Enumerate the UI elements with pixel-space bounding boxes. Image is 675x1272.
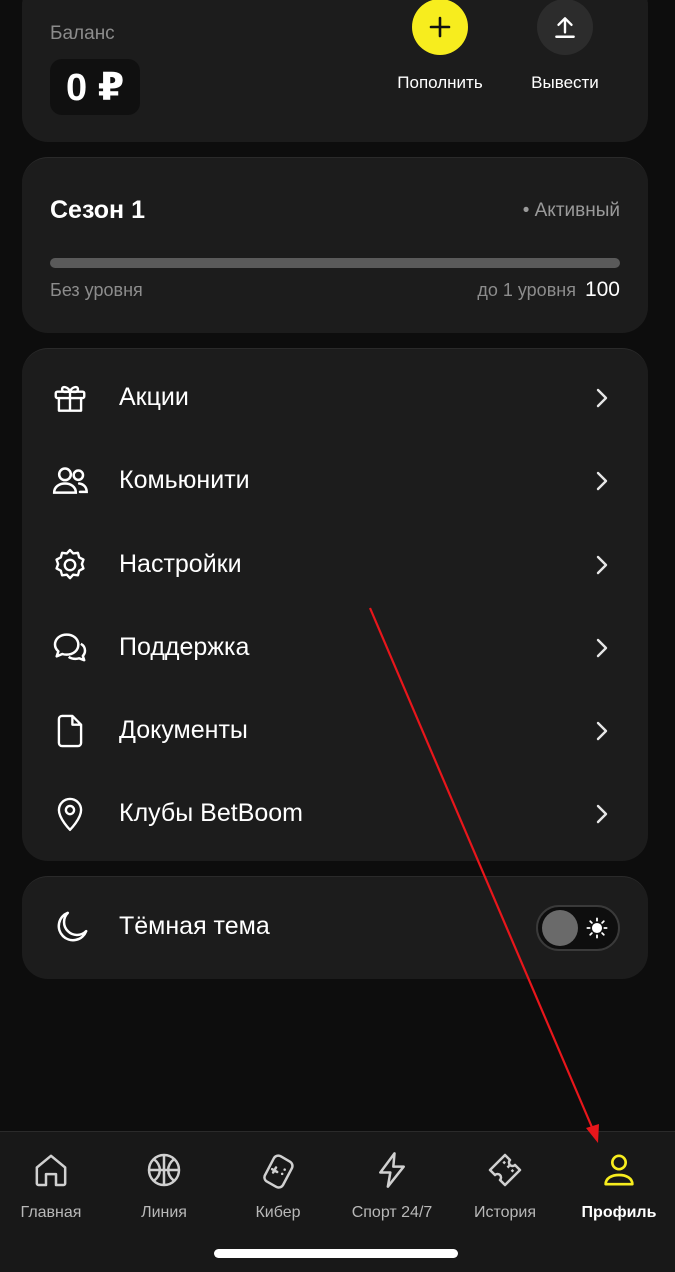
menu-item-settings[interactable]: Настройки — [22, 523, 648, 606]
season-status: • Активный — [522, 200, 620, 221]
gamepad-icon — [263, 1154, 294, 1189]
moon-icon — [57, 911, 88, 942]
menu-item-label: Документы — [119, 716, 248, 744]
season-card[interactable]: Сезон 1 • Активный Без уровня до 1 уровн… — [22, 157, 648, 333]
nav-item-history[interactable]: История — [449, 1150, 561, 1222]
gear-icon — [50, 545, 90, 585]
menu-item-label: Поддержка — [119, 633, 250, 661]
balance-label: Баланс — [50, 23, 115, 44]
nav-label: Главная — [20, 1204, 82, 1221]
home-icon — [35, 1154, 67, 1187]
ticket-icon — [488, 1153, 522, 1187]
menu-item-promotions[interactable]: Акции — [22, 356, 648, 439]
user-icon — [604, 1154, 634, 1186]
basketball-icon — [147, 1153, 181, 1187]
sun-icon — [586, 917, 608, 939]
menu-item-label: Комьюнити — [119, 466, 250, 494]
withdraw-button[interactable]: Вывести — [505, 0, 625, 93]
deposit-circle[interactable] — [412, 0, 468, 55]
map-pin-icon — [50, 794, 90, 834]
nav-label: Линия — [141, 1204, 187, 1221]
nav-item-profile[interactable]: Профиль — [563, 1150, 675, 1222]
menu-item-label: Клубы BetBoom — [119, 799, 303, 827]
nav-label: Профиль — [581, 1204, 657, 1221]
next-level-label: до 1 уровня — [477, 280, 576, 300]
withdraw-label: Вывести — [531, 73, 599, 92]
nav-label: Кибер — [255, 1204, 301, 1221]
users-icon — [50, 461, 90, 501]
chat-bubbles-icon — [50, 628, 90, 668]
menu-item-documents[interactable]: Документы — [22, 689, 648, 772]
balance-value: 0 ₽ — [50, 59, 141, 115]
nav-item-line[interactable]: Линия — [108, 1150, 220, 1222]
dark-theme-toggle[interactable] — [536, 905, 620, 951]
current-level: Без уровня — [50, 280, 143, 300]
theme-card: Тёмная тема — [22, 876, 648, 979]
document-icon — [50, 711, 90, 751]
menu-card: Акции Комьюнити Настройки Поддержка Доку… — [22, 348, 648, 861]
chevron-right-icon — [596, 388, 608, 407]
plus-icon — [429, 16, 451, 38]
nav-item-cyber[interactable]: Кибер — [222, 1150, 334, 1222]
theme-label: Тёмная тема — [119, 912, 270, 940]
menu-item-label: Настройки — [119, 550, 242, 578]
next-level-points: 100 — [584, 278, 620, 301]
next-level: до 1 уровня 100 — [477, 278, 620, 302]
chevron-right-icon — [596, 721, 608, 740]
withdraw-circle[interactable] — [537, 0, 593, 55]
home-indicator — [214, 1249, 458, 1258]
season-title: Сезон 1 — [50, 196, 145, 224]
menu-item-label: Акции — [119, 383, 189, 411]
nav-label: История — [473, 1204, 537, 1221]
chevron-right-icon — [596, 638, 608, 657]
nav-label: Спорт 24/7 — [351, 1204, 433, 1221]
upload-icon — [555, 17, 575, 38]
chevron-right-icon — [596, 471, 608, 490]
chevron-right-icon — [596, 804, 608, 823]
lightning-icon — [379, 1152, 405, 1188]
balance-card: Баланс 0 ₽ Пополнить Вывести — [22, 0, 648, 142]
season-progress-bar — [50, 258, 620, 268]
toggle-knob — [542, 910, 578, 946]
deposit-label: Пополнить — [397, 73, 483, 92]
chevron-right-icon — [596, 555, 608, 574]
gift-icon — [50, 378, 90, 418]
menu-item-community[interactable]: Комьюнити — [22, 439, 648, 522]
nav-item-home[interactable]: Главная — [0, 1150, 107, 1222]
menu-item-support[interactable]: Поддержка — [22, 606, 648, 689]
nav-item-sport-24-7[interactable]: Спорт 24/7 — [336, 1150, 448, 1222]
menu-item-clubs[interactable]: Клубы BetBoom — [22, 772, 648, 855]
deposit-button[interactable]: Пополнить — [380, 0, 500, 93]
